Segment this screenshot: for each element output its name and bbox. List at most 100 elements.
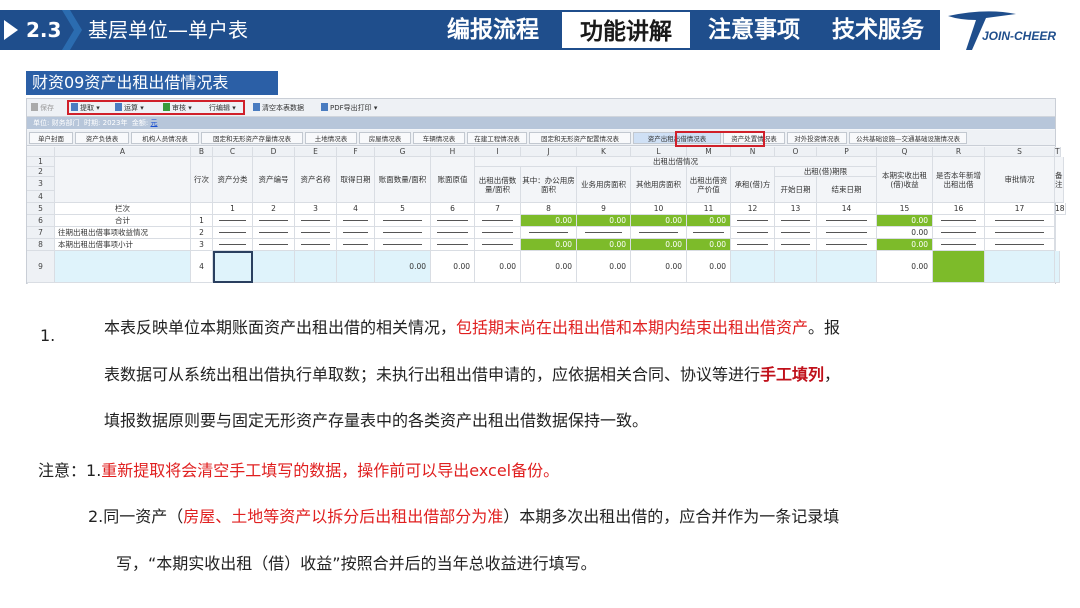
data-cell[interactable]	[687, 227, 731, 239]
data-cell[interactable]	[213, 251, 253, 283]
data-cell[interactable]	[475, 227, 521, 239]
section-title: 基层单位—单户表	[88, 18, 248, 42]
data-cell[interactable]	[1055, 215, 1056, 227]
nav-support[interactable]: 技术服务	[816, 10, 940, 50]
tab-item[interactable]: 单户封面	[29, 132, 73, 144]
col-header: J	[521, 147, 577, 157]
tab-item[interactable]: 车辆情况表	[413, 132, 465, 144]
data-cell[interactable]	[295, 227, 337, 239]
data-cell[interactable]: 0.00	[577, 215, 631, 227]
data-cell[interactable]	[933, 251, 985, 283]
unit-link[interactable]: 元	[151, 119, 158, 127]
data-cell[interactable]	[985, 215, 1055, 227]
data-cell[interactable]: 0.00	[631, 215, 687, 227]
data-cell[interactable]: 0.00	[577, 251, 631, 283]
tab-item[interactable]: 公共基础设施—交通基础设施情况表	[849, 132, 967, 144]
data-cell[interactable]	[213, 215, 253, 227]
data-cell[interactable]	[337, 239, 375, 251]
data-cell[interactable]	[253, 239, 295, 251]
header-value: 账面原值	[431, 157, 475, 203]
data-cell[interactable]	[213, 239, 253, 251]
data-cell[interactable]: 0.00	[687, 215, 731, 227]
tab-item[interactable]: 机构人员情况表	[131, 132, 199, 144]
data-cell[interactable]	[817, 227, 877, 239]
data-cell[interactable]	[253, 215, 295, 227]
data-cell[interactable]	[577, 227, 631, 239]
nav-process[interactable]: 编报流程	[430, 10, 556, 50]
data-cell[interactable]	[475, 239, 521, 251]
data-cell[interactable]	[731, 227, 775, 239]
data-cell[interactable]	[295, 239, 337, 251]
tab-item[interactable]: 土地情况表	[305, 132, 357, 144]
column-number: 4	[337, 203, 375, 215]
data-cell[interactable]	[337, 251, 375, 283]
data-cell[interactable]	[775, 227, 817, 239]
pdf-button[interactable]: PDF导出打印 ▾	[321, 102, 377, 114]
data-cell[interactable]	[1055, 239, 1056, 251]
data-cell[interactable]	[375, 215, 431, 227]
data-cell[interactable]	[475, 215, 521, 227]
data-cell[interactable]	[933, 239, 985, 251]
data-cell[interactable]	[253, 251, 295, 283]
tab-item[interactable]: 固定和无形资产配置情况表	[529, 132, 631, 144]
data-cell[interactable]: 0.00	[475, 251, 521, 283]
col-header: E	[295, 147, 337, 157]
note1-number: 1.	[40, 326, 56, 345]
data-cell[interactable]	[817, 251, 877, 283]
data-cell[interactable]: 0.00	[631, 251, 687, 283]
data-cell[interactable]: 0.00	[521, 215, 577, 227]
nav-function[interactable]: 功能讲解	[560, 10, 692, 50]
data-cell[interactable]: 0.00	[687, 251, 731, 283]
data-cell[interactable]	[775, 239, 817, 251]
data-cell[interactable]	[985, 227, 1055, 239]
data-cell[interactable]: 0.00	[577, 239, 631, 251]
data-cell[interactable]	[817, 215, 877, 227]
data-cell[interactable]	[337, 227, 375, 239]
data-cell[interactable]	[337, 215, 375, 227]
data-cell[interactable]: 0.00	[521, 251, 577, 283]
tab-item[interactable]: 资产负债表	[75, 132, 129, 144]
data-cell[interactable]	[521, 227, 577, 239]
data-cell[interactable]	[375, 227, 431, 239]
data-cell[interactable]: 0.00	[687, 239, 731, 251]
data-cell[interactable]	[933, 227, 985, 239]
data-cell[interactable]: 0.00	[631, 239, 687, 251]
data-cell[interactable]: 0.00	[431, 251, 475, 283]
data-cell[interactable]	[295, 251, 337, 283]
row-number: 8	[27, 239, 55, 251]
data-cell[interactable]	[253, 227, 295, 239]
data-cell[interactable]	[731, 215, 775, 227]
tab-item[interactable]: 房屋情况表	[359, 132, 411, 144]
data-cell[interactable]	[375, 239, 431, 251]
data-cell[interactable]	[933, 215, 985, 227]
data-cell[interactable]	[985, 239, 1055, 251]
data-cell[interactable]	[731, 239, 775, 251]
nav-notes[interactable]: 注意事项	[696, 10, 812, 50]
data-cell[interactable]: 0.00	[375, 251, 431, 283]
data-cell[interactable]	[731, 251, 775, 283]
data-cell[interactable]	[1055, 227, 1056, 239]
col-header: R	[933, 147, 985, 157]
data-cell[interactable]	[295, 215, 337, 227]
data-cell[interactable]: 0.00	[877, 239, 933, 251]
col-header: I	[475, 147, 521, 157]
data-cell[interactable]	[431, 215, 475, 227]
data-cell[interactable]	[631, 227, 687, 239]
data-cell[interactable]	[431, 239, 475, 251]
data-cell[interactable]	[1055, 251, 1060, 283]
data-cell[interactable]: 0.00	[877, 251, 933, 283]
data-cell[interactable]	[817, 239, 877, 251]
data-cell[interactable]	[775, 215, 817, 227]
data-cell[interactable]: 0.00	[877, 215, 933, 227]
data-cell[interactable]	[213, 227, 253, 239]
data-cell[interactable]	[431, 227, 475, 239]
clear-button[interactable]: 清空本表数据	[253, 102, 304, 114]
tab-item[interactable]: 固定和无形资产存量情况表	[201, 132, 303, 144]
save-button[interactable]: 保存	[31, 102, 54, 114]
data-cell[interactable]: 0.00	[877, 227, 933, 239]
tab-item[interactable]: 在建工程情况表	[467, 132, 527, 144]
tab-item[interactable]: 对外投资情况表	[787, 132, 847, 144]
data-cell[interactable]	[985, 251, 1055, 283]
data-cell[interactable]	[775, 251, 817, 283]
data-cell[interactable]: 0.00	[521, 239, 577, 251]
